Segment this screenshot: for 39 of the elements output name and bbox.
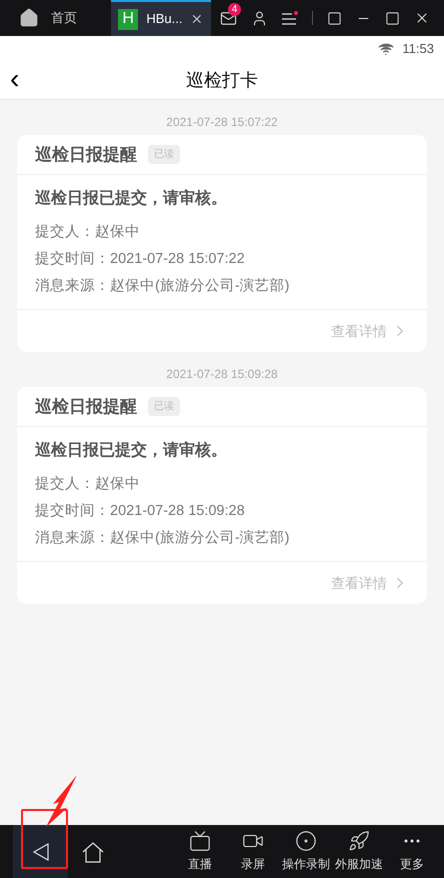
clock: 11:53 bbox=[402, 40, 434, 58]
message-headline: 巡检日报已提交，请审核。 bbox=[35, 188, 228, 209]
toolbar-button[interactable]: 直播 bbox=[176, 830, 224, 873]
home-icon[interactable] bbox=[82, 840, 104, 862]
toolbar-button[interactable]: 录屏 bbox=[229, 830, 277, 873]
detail-line: 提交人：赵保中 bbox=[35, 474, 141, 494]
home-icon bbox=[19, 8, 39, 28]
detail-line: 提交时间：2021-07-28 15:07:22 bbox=[35, 250, 246, 269]
back-button[interactable]: ‹ bbox=[10, 64, 20, 92]
rocket-icon bbox=[348, 830, 370, 852]
toolbar-button[interactable]: 外服加速 bbox=[335, 830, 383, 873]
tab-label: HBu... bbox=[146, 10, 182, 28]
resize-icon[interactable] bbox=[327, 10, 342, 26]
maximize-icon[interactable] bbox=[385, 10, 400, 26]
page-title: 巡检打卡 bbox=[186, 69, 258, 92]
message-headline: 巡检日报已提交，请审核。 bbox=[35, 440, 228, 461]
menu-icon[interactable] bbox=[282, 11, 298, 25]
home-tab[interactable]: 首页 bbox=[0, 0, 111, 36]
message-timestamp: 2021-07-28 15:07:22 bbox=[166, 114, 278, 130]
wifi-icon bbox=[378, 41, 394, 57]
user-icon[interactable] bbox=[251, 10, 268, 26]
detail-line: 提交人：赵保中 bbox=[35, 222, 141, 242]
card-title: 巡检日报提醒 bbox=[35, 396, 137, 418]
message-timestamp: 2021-07-28 15:09:28 bbox=[166, 366, 278, 382]
detail-line: 提交时间：2021-07-28 15:09:28 bbox=[35, 502, 246, 521]
detail-line: 消息来源：赵保中(旅游分公司-演艺部) bbox=[35, 276, 290, 296]
back-triangle-icon[interactable] bbox=[32, 842, 48, 860]
annotation-highlight-box bbox=[21, 809, 68, 869]
tv-icon bbox=[189, 830, 211, 852]
annotation-arrow bbox=[44, 774, 78, 828]
detail-line: 消息来源：赵保中(旅游分公司-演艺部) bbox=[35, 528, 290, 548]
app-logo: H bbox=[118, 8, 138, 30]
more-icon bbox=[404, 839, 420, 843]
card-title: 巡检日报提醒 bbox=[35, 144, 137, 166]
notification-badge: 4 bbox=[228, 2, 241, 16]
toolbar-button[interactable]: 更多 bbox=[388, 830, 436, 873]
app-tab[interactable]: H HBu... bbox=[111, 0, 211, 36]
record-icon bbox=[295, 830, 317, 852]
toolbar-button[interactable]: 操作录制 bbox=[282, 830, 330, 873]
